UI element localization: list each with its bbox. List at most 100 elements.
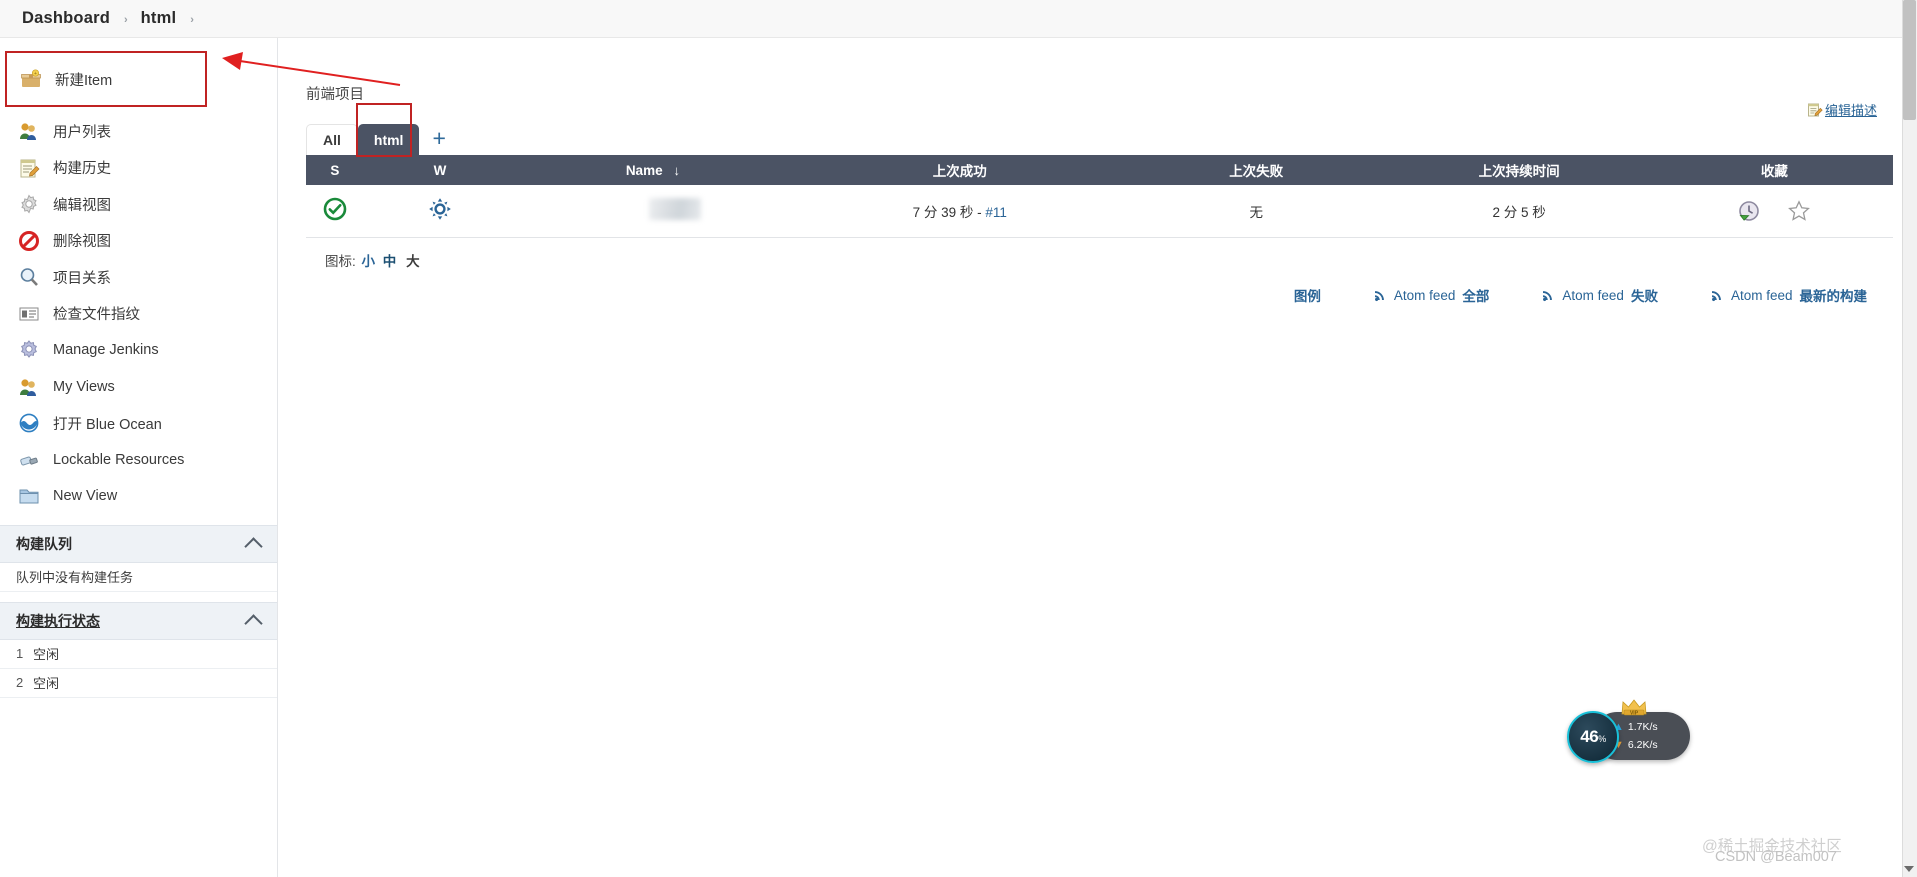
sidebar-item-label: New View <box>53 488 118 505</box>
sidebar-item-blue-ocean[interactable]: 打开 Blue Ocean <box>0 405 277 442</box>
star-icon[interactable] <box>1787 199 1811 223</box>
icon-size-large[interactable]: 大 <box>406 254 420 269</box>
icon-size-small[interactable]: 小 <box>362 254 376 269</box>
edit-pencil-icon <box>1807 102 1823 118</box>
rss-icon <box>1541 288 1555 302</box>
people-icon <box>18 120 40 142</box>
column-header-name[interactable]: Name ↓ <box>516 155 790 185</box>
chevron-up-icon[interactable] <box>244 613 263 633</box>
new-item-annotation-box: + 新建Item <box>5 51 207 107</box>
table-row[interactable]: 7 分 39 秒 - #11 无 2 分 5 秒 <box>306 185 1893 238</box>
atom-feed-failure-suffix: 失败 <box>1630 289 1658 304</box>
breadcrumb: Dashboard › html › <box>0 0 1917 38</box>
sidebar-item-check-fingerprint[interactable]: 检查文件指纹 <box>0 296 277 333</box>
tab-html[interactable]: html <box>357 124 420 155</box>
breadcrumb-item-html[interactable]: html <box>141 9 177 28</box>
build-queue-header[interactable]: 构建队列 <box>0 524 277 563</box>
executor-row[interactable]: 1 空闲 <box>0 640 277 669</box>
build-queue-empty-text: 队列中没有构建任务 <box>16 570 134 585</box>
sidebar-item-label: 删除视图 <box>53 234 111 251</box>
cell-status <box>306 185 364 238</box>
sidebar-item-delete-view[interactable]: 删除视图 <box>0 223 277 260</box>
last-success-build-link[interactable]: #11 <box>985 205 1007 220</box>
icon-size-selector: 图标: 小 中 大 <box>325 250 1917 270</box>
last-success-text: 7 分 39 秒 - <box>912 204 986 220</box>
atom-feed-latest-link[interactable]: Atom feed 最新的构建 <box>1710 285 1867 305</box>
legend-link[interactable]: 图例 <box>1294 285 1321 305</box>
network-speed-widget[interactable]: VIP ▲ 1.7K/s ▼ 6.2K/s 46% <box>1567 699 1690 763</box>
executor-status: 空闲 <box>33 647 60 662</box>
chevron-right-icon: › <box>123 13 128 26</box>
cell-last-success: 7 分 39 秒 - #11 <box>789 185 1130 238</box>
atom-feed-failure-link[interactable]: Atom feed 失败 <box>1541 285 1658 305</box>
add-view-button[interactable]: + <box>432 127 445 150</box>
view-title: 前端项目 <box>306 87 364 103</box>
new-item-icon: + <box>20 68 42 90</box>
icon-size-label: 图标: <box>325 253 356 269</box>
scroll-down-arrow-icon[interactable] <box>1904 866 1914 872</box>
edit-description-label: 编辑描述 <box>1824 103 1877 118</box>
executor-row[interactable]: 2 空闲 <box>0 669 277 698</box>
blue-ocean-icon <box>18 412 40 434</box>
sidebar-item-label: My Views <box>53 378 115 395</box>
cpu-usage-dial[interactable]: 46% <box>1567 711 1619 763</box>
sidebar-item-project-relationship[interactable]: 项目关系 <box>0 259 277 296</box>
sidebar-item-label: 检查文件指纹 <box>53 307 140 324</box>
executors-header[interactable]: 构建执行状态 <box>0 601 277 640</box>
cell-weather <box>363 185 517 238</box>
breadcrumb-item-dashboard[interactable]: Dashboard <box>22 9 110 28</box>
column-header-last-failure[interactable]: 上次失败 <box>1129 155 1383 185</box>
status-success-icon[interactable] <box>323 197 347 221</box>
footer-links: 图例 Atom feed 全部 Atom feed 失败 Atom feed 最… <box>1294 285 1867 305</box>
sidebar-item-new-item[interactable]: + 新建Item <box>7 64 205 94</box>
sidebar-item-edit-view[interactable]: 编辑视图 <box>0 186 277 223</box>
cell-last-duration: 2 分 5 秒 <box>1382 185 1656 238</box>
vip-crown-icon: VIP <box>1620 698 1648 718</box>
weather-sunny-icon[interactable] <box>428 197 452 221</box>
sidebar-item-user-list[interactable]: 用户列表 <box>0 113 277 150</box>
column-header-weather[interactable]: W <box>363 155 517 185</box>
sidebar-item-manage-jenkins[interactable]: Manage Jenkins <box>0 332 277 369</box>
magnifier-icon <box>18 266 40 288</box>
column-header-last-success[interactable]: 上次成功 <box>789 155 1130 185</box>
tab-all[interactable]: All <box>306 124 358 155</box>
edit-description-link[interactable]: 编辑描述 <box>1807 100 1877 119</box>
sidebar-item-my-views[interactable]: My Views <box>0 369 277 406</box>
jobs-table: S W Name ↓ 上次成功 上次失败 上次持续时间 收藏 7 分 39 秒 … <box>306 155 1893 238</box>
cog-icon <box>18 339 40 361</box>
icon-size-medium[interactable]: 中 <box>383 254 397 269</box>
column-header-favorite[interactable]: 收藏 <box>1655 155 1893 185</box>
cell-last-failure: 无 <box>1129 185 1383 238</box>
sort-descending-icon: ↓ <box>673 162 681 178</box>
table-header-row: S W Name ↓ 上次成功 上次失败 上次持续时间 收藏 <box>306 155 1893 185</box>
fingerprint-card-icon <box>18 303 40 325</box>
download-speed: ▼ 6.2K/s <box>1613 739 1658 751</box>
executors-title[interactable]: 构建执行状态 <box>16 611 100 631</box>
usb-icon <box>18 449 40 471</box>
atom-feed-latest-prefix: Atom feed <box>1730 287 1793 303</box>
sidebar-item-label: Manage Jenkins <box>53 342 159 359</box>
column-header-last-duration[interactable]: 上次持续时间 <box>1382 155 1656 185</box>
column-header-name-label: Name <box>625 162 663 178</box>
build-queue-title: 构建队列 <box>16 535 72 552</box>
executor-number: 2 <box>16 675 24 690</box>
cell-favorite <box>1655 185 1893 238</box>
sidebar-item-lockable-resources[interactable]: Lockable Resources <box>0 442 277 479</box>
atom-feed-latest-suffix: 最新的构建 <box>1799 289 1868 304</box>
schedule-build-icon[interactable] <box>1737 199 1761 223</box>
chevron-up-icon[interactable] <box>244 536 263 556</box>
scrollbar-thumb[interactable] <box>1903 0 1916 120</box>
sidebar-item-label: 打开 Blue Ocean <box>53 416 162 433</box>
cell-job-name[interactable] <box>516 185 790 238</box>
legend-label: 图例 <box>1293 289 1321 304</box>
vertical-scrollbar[interactable] <box>1902 0 1917 877</box>
sidebar-item-build-history[interactable]: 构建历史 <box>0 150 277 187</box>
job-name-redacted <box>648 198 701 221</box>
gear-icon <box>18 193 40 215</box>
atom-feed-all-link[interactable]: Atom feed 全部 <box>1373 285 1489 305</box>
people-icon <box>18 376 40 398</box>
cpu-usage-percent: 46 <box>1580 727 1599 746</box>
sidebar-item-new-view[interactable]: New View <box>0 478 277 515</box>
column-header-status[interactable]: S <box>306 155 364 185</box>
sidebar-item-label: 项目关系 <box>53 270 111 287</box>
